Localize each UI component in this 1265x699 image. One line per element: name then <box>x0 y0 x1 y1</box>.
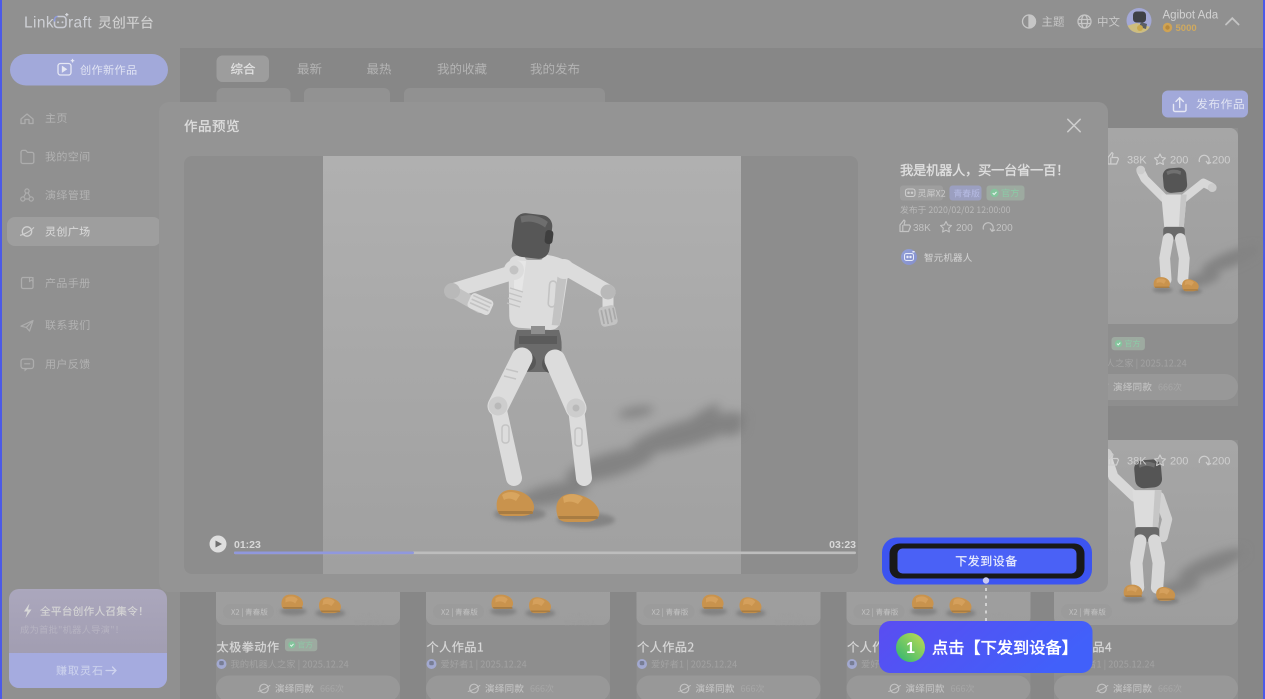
svg-text:200: 200 <box>1170 456 1188 468</box>
svg-text:38K: 38K <box>1127 155 1147 167</box>
svg-text:38K: 38K <box>913 223 931 234</box>
svg-text:raft: raft <box>68 15 92 32</box>
svg-text:1: 1 <box>906 640 915 657</box>
svg-text:200: 200 <box>1212 155 1230 167</box>
svg-text:200: 200 <box>1170 155 1188 167</box>
svg-text:200: 200 <box>956 223 973 234</box>
svg-text:5000: 5000 <box>1176 23 1197 34</box>
svg-text:200: 200 <box>1212 456 1230 468</box>
svg-text:Agibot Ada: Agibot Ada <box>1163 10 1219 22</box>
svg-text:38K: 38K <box>1127 456 1147 468</box>
svg-text:01:23: 01:23 <box>234 539 261 551</box>
svg-text:Link: Link <box>24 15 54 32</box>
svg-text:03:23: 03:23 <box>829 539 856 551</box>
svg-text:200: 200 <box>996 223 1013 234</box>
